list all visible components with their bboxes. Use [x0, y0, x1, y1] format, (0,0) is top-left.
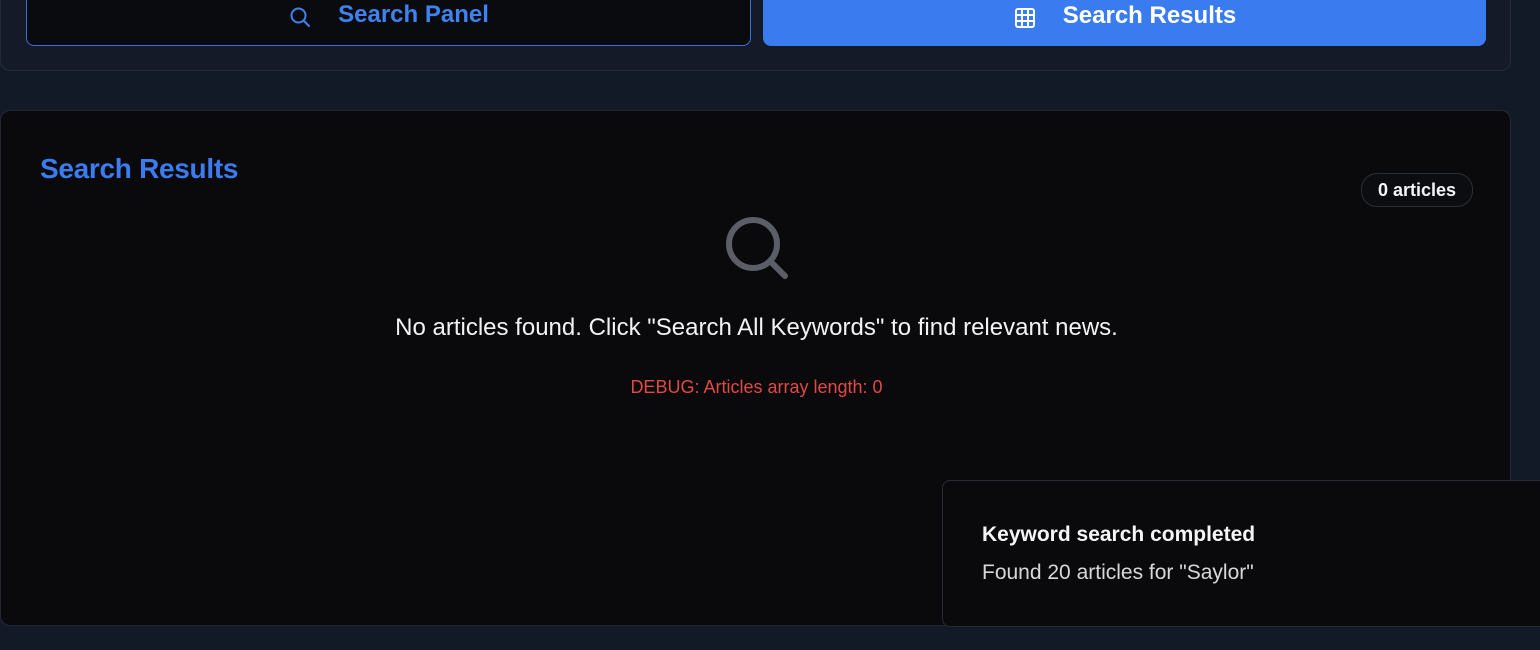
toast-description: Found 20 articles for "Saylor": [982, 561, 1254, 584]
results-title: Search Results: [40, 153, 239, 184]
debug-text: DEBUG: Articles array length: 0: [630, 377, 883, 397]
toast-notification[interactable]: Keyword search completed Found 20 articl…: [942, 480, 1540, 627]
toast-title: Keyword search completed: [982, 523, 1256, 546]
search-icon: [723, 214, 791, 282]
tab-search-results[interactable]: Search Results: [763, 0, 1486, 46]
grid-icon: [1013, 6, 1037, 30]
article-count-badge: 0 articles: [1360, 173, 1473, 207]
search-icon: [288, 5, 312, 29]
tab-search-panel-label: Search Panel: [338, 1, 489, 28]
tab-search-panel[interactable]: Search Panel: [26, 0, 751, 46]
tab-search-results-label: Search Results: [1062, 2, 1237, 29]
empty-state-message: No articles found. Click "Search All Key…: [395, 314, 1118, 341]
